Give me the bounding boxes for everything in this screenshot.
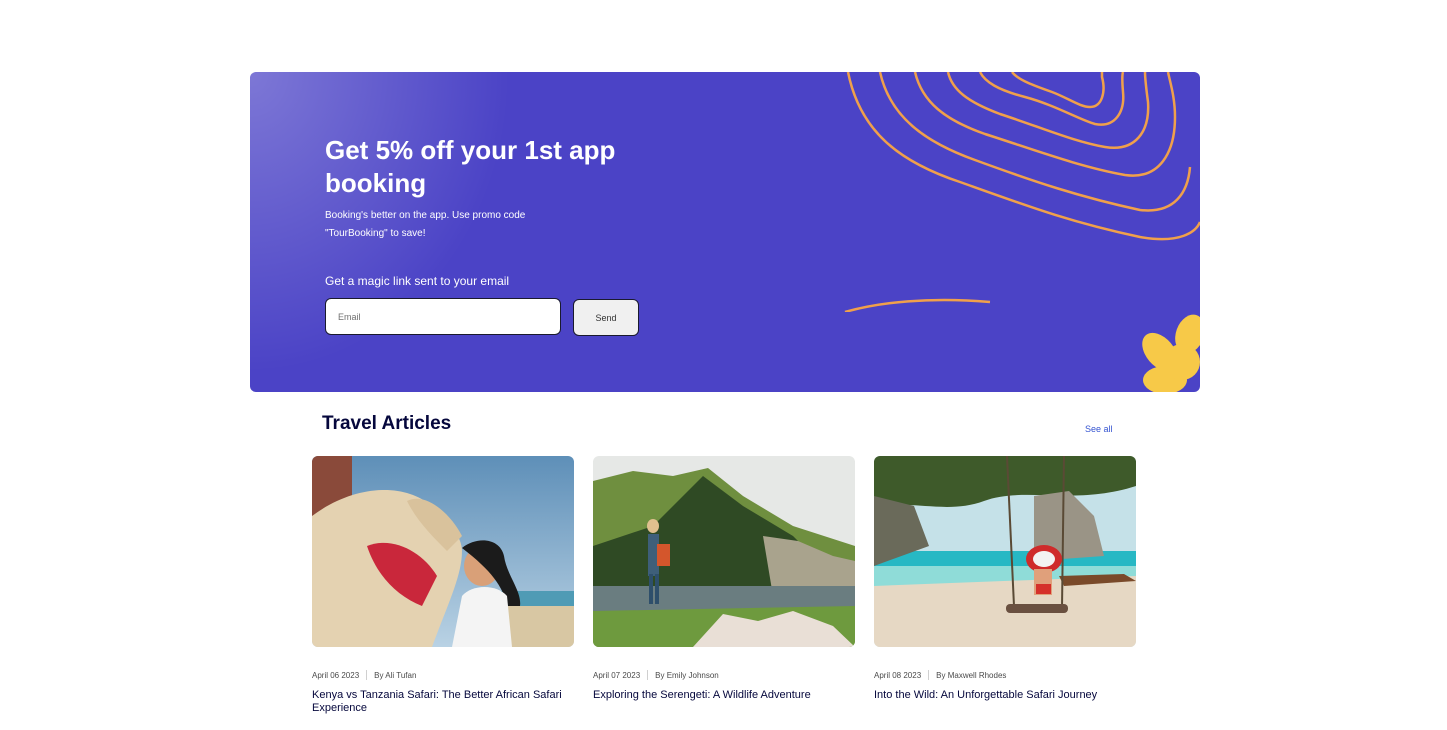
see-all-link[interactable]: See all bbox=[1085, 424, 1113, 434]
wavy-lines-decoration bbox=[844, 72, 1200, 312]
article-author: By Emily Johnson bbox=[655, 670, 719, 680]
send-button[interactable]: Send bbox=[573, 299, 639, 336]
article-author: By Ali Tufan bbox=[374, 670, 417, 680]
article-title[interactable]: Exploring the Serengeti: A Wildlife Adve… bbox=[593, 689, 855, 702]
article-meta: April 07 2023 By Emily Johnson bbox=[593, 670, 855, 680]
article-date: April 06 2023 bbox=[312, 670, 360, 680]
section-title: Travel Articles bbox=[322, 413, 452, 434]
article-title[interactable]: Kenya vs Tanzania Safari: The Better Afr… bbox=[312, 689, 574, 715]
promo-description: Booking's better on the app. Use promo c… bbox=[325, 210, 526, 239]
email-input[interactable] bbox=[325, 298, 561, 335]
article-title[interactable]: Into the Wild: An Unforgettable Safari J… bbox=[874, 689, 1136, 702]
mountain-lake-photo[interactable] bbox=[593, 456, 855, 647]
meta-divider bbox=[366, 670, 368, 680]
article-meta: April 06 2023 By Ali Tufan bbox=[312, 670, 574, 680]
camel-photo[interactable] bbox=[312, 456, 574, 647]
article-author: By Maxwell Rhodes bbox=[936, 670, 1007, 680]
meta-divider bbox=[928, 670, 930, 680]
flower-decoration bbox=[1142, 314, 1200, 392]
article-date: April 07 2023 bbox=[593, 670, 641, 680]
promo-title: Get 5% off your 1st app booking bbox=[325, 135, 616, 198]
article-date: April 08 2023 bbox=[874, 670, 922, 680]
article-card[interactable]: April 07 2023 By Emily Johnson Exploring… bbox=[593, 456, 855, 702]
article-meta: April 08 2023 By Maxwell Rhodes bbox=[874, 670, 1136, 680]
magic-link-label: Get a magic link sent to your email bbox=[325, 274, 510, 288]
article-card[interactable]: April 08 2023 By Maxwell Rhodes Into the… bbox=[874, 456, 1136, 702]
article-card[interactable]: April 06 2023 By Ali Tufan Kenya vs Tanz… bbox=[312, 456, 574, 715]
meta-divider bbox=[647, 670, 649, 680]
beach-swing-photo[interactable] bbox=[874, 456, 1136, 647]
promo-banner: Get 5% off your 1st app booking Booking'… bbox=[250, 72, 1200, 392]
